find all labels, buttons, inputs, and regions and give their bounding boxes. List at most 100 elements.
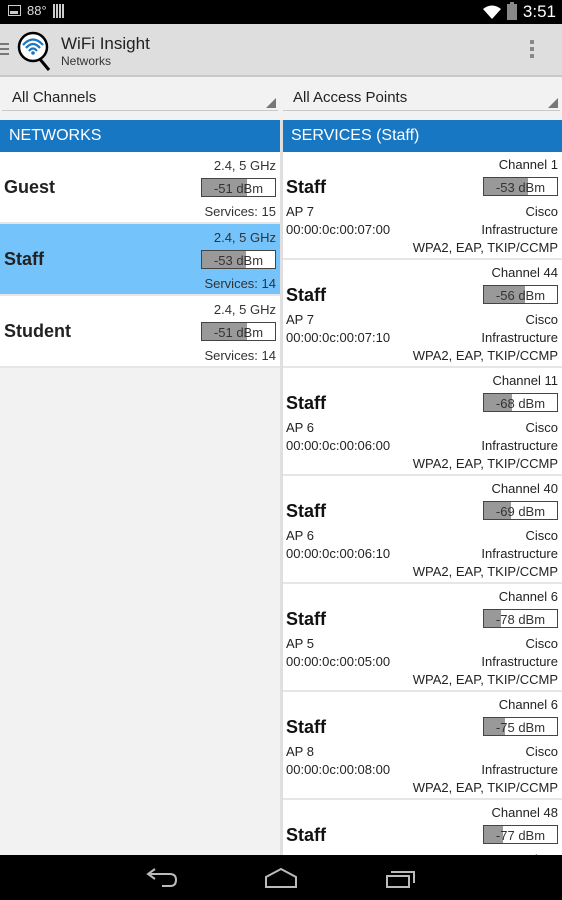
mac-address: 00:00:0c:00:08:00 — [286, 762, 391, 777]
network-mode: Infrastructure — [481, 222, 558, 237]
service-name: Staff — [286, 717, 326, 737]
security-info: WPA2, EAP, TKIP/CCMP — [412, 240, 558, 255]
security-info: WPA2, EAP, TKIP/CCMP — [412, 348, 558, 363]
service-item[interactable]: Channel 11 Staff -68 dBm AP 6 00:00:0c:00:06… — [283, 368, 562, 476]
service-item[interactable]: Channel 6 Staff -75 dBm AP 8 00:00:0c:00:08:… — [283, 692, 562, 800]
vendor: Cisco — [525, 420, 558, 435]
hamburger-icon[interactable] — [0, 43, 9, 58]
wifi-magnifier-icon[interactable] — [17, 30, 53, 72]
signal-value: -56 dBm — [495, 288, 546, 303]
security-info: WPA2, EAP, TKIP/CCMP — [412, 564, 558, 579]
service-item[interactable]: Channel 6 Staff -78 dBm AP 5 00:00:0c:00:05:… — [283, 584, 562, 692]
service-item[interactable]: Channel 48Staff-77 dBmAP 8Cisco — [283, 800, 562, 855]
network-mode: Infrastructure — [481, 762, 558, 777]
app-subtitle: Networks — [61, 54, 112, 68]
networks-panel: NETWORKS 2.4, 5 GHz Guest -51 dBm Services:… — [0, 120, 280, 855]
clock: 3:51 — [522, 2, 556, 21]
mac-address: 00:00:0c:00:05:00 — [286, 654, 391, 669]
services-count: Services: 14 — [204, 348, 276, 363]
signal-strength-bar: -68 dBm — [483, 393, 558, 412]
services-count: Services: 14 — [204, 276, 276, 291]
signal-strength-bar: -51 dBm — [201, 322, 276, 341]
vendor: Cisco — [525, 528, 558, 543]
signal-strength-bar: -51 dBm — [201, 178, 276, 197]
access-point-name: AP 7 — [286, 312, 314, 327]
network-mode: Infrastructure — [481, 330, 558, 345]
back-icon[interactable] — [140, 863, 180, 893]
barcode-notification-icon — [52, 3, 64, 18]
service-item[interactable]: Channel 1 Staff -53 dBm AP 7 00:00:0c:00:07:… — [283, 152, 562, 260]
signal-value: -78 dBm — [495, 612, 546, 627]
security-info: WPA2, EAP, TKIP/CCMP — [412, 672, 558, 687]
network-mode: Infrastructure — [481, 654, 558, 669]
image-notification-icon — [8, 5, 21, 16]
services-header: SERVICES (Staff) — [283, 120, 562, 152]
access-point-name: AP 8 — [286, 744, 314, 759]
service-item[interactable]: Channel 40 Staff -69 dBm AP 6 00:00:0c:00:06… — [283, 476, 562, 584]
service-name: Staff — [286, 285, 326, 305]
network-item[interactable]: 2.4, 5 GHz Student -51 dBm Services: 14 — [0, 296, 280, 368]
networks-list: 2.4, 5 GHz Guest -51 dBm Services: 15 2.4, 5… — [0, 152, 280, 368]
channel-filter-dropdown[interactable]: All Channels — [2, 80, 278, 111]
battery-icon — [506, 2, 517, 20]
networks-header: NETWORKS — [0, 120, 280, 152]
signal-value: -53 dBm — [213, 253, 264, 268]
service-channel: Channel 48 — [491, 805, 559, 820]
network-item[interactable]: 2.4, 5 GHz Guest -51 dBm Services: 15 — [0, 152, 280, 224]
service-channel: Channel 6 — [498, 589, 558, 604]
service-item[interactable]: Channel 44 Staff -56 dBm AP 7 00:00:0c:00:07… — [283, 260, 562, 368]
signal-strength-bar: -56 dBm — [483, 285, 558, 304]
service-name: Staff — [286, 177, 326, 197]
mac-address: 00:00:0c:00:06:10 — [286, 546, 391, 561]
signal-strength-bar: -69 dBm — [483, 501, 558, 520]
network-mode: Infrastructure — [481, 438, 558, 453]
vendor: Cisco — [525, 312, 558, 327]
signal-strength-bar: -53 dBm — [483, 177, 558, 196]
network-name: Student — [4, 321, 71, 341]
home-icon[interactable] — [261, 863, 301, 893]
vendor: Cisco — [525, 204, 558, 219]
services-list[interactable]: Channel 1 Staff -53 dBm AP 7 00:00:0c:00:07:… — [283, 152, 562, 855]
service-channel: Channel 11 — [492, 373, 558, 388]
security-info: WPA2, EAP, TKIP/CCMP — [412, 456, 558, 471]
action-bar: WiFi Insight Networks — [0, 24, 562, 77]
access-point-filter-dropdown[interactable]: All Access Points — [283, 80, 560, 111]
security-info: WPA2, EAP, TKIP/CCMP — [412, 780, 558, 795]
services-panel: SERVICES (Staff) Channel 1 Staff -53 dBm AP… — [282, 120, 562, 855]
signal-strength-bar: -53 dBm — [201, 250, 276, 269]
network-name: Guest — [4, 177, 56, 197]
navigation-bar — [0, 855, 562, 900]
signal-value: -69 dBm — [495, 504, 546, 519]
network-item[interactable]: 2.4, 5 GHz Staff -53 dBm Services: 14 — [0, 224, 280, 296]
signal-value: -75 dBm — [495, 720, 546, 735]
signal-value: -51 dBm — [213, 325, 264, 340]
service-name: Staff — [286, 825, 326, 845]
access-point-name: AP 6 — [286, 420, 314, 435]
network-band: 2.4, 5 GHz — [213, 302, 276, 317]
access-point-name: AP 7 — [286, 204, 314, 219]
mac-address: 00:00:0c:00:07:10 — [286, 330, 391, 345]
network-name: Staff — [4, 249, 44, 269]
dropdown-arrow-icon — [266, 98, 276, 108]
vendor: Cisco — [525, 744, 558, 759]
app-title: WiFi Insight — [61, 34, 150, 53]
recents-icon[interactable] — [381, 863, 421, 893]
signal-value: -51 dBm — [213, 181, 264, 196]
signal-strength-bar: -75 dBm — [483, 717, 558, 736]
mac-address: 00:00:0c:00:07:00 — [286, 222, 391, 237]
service-channel: Channel 40 — [491, 481, 559, 496]
signal-strength-bar: -78 dBm — [483, 609, 558, 628]
status-bar: 88° 3:51 — [0, 0, 562, 24]
overflow-menu-icon[interactable] — [530, 40, 536, 61]
network-mode: Infrastructure — [481, 546, 558, 561]
signal-value: -53 dBm — [495, 180, 546, 195]
access-point-filter-value: All Access Points — [293, 89, 408, 106]
access-point-name: AP 6 — [286, 528, 314, 543]
access-point-name: AP 5 — [286, 636, 314, 651]
vendor: Cisco — [525, 636, 558, 651]
service-name: Staff — [286, 393, 326, 413]
network-band: 2.4, 5 GHz — [213, 158, 276, 173]
dropdown-arrow-icon — [548, 98, 558, 108]
temperature-text: 88° — [27, 3, 47, 18]
service-channel: Channel 6 — [498, 697, 558, 712]
